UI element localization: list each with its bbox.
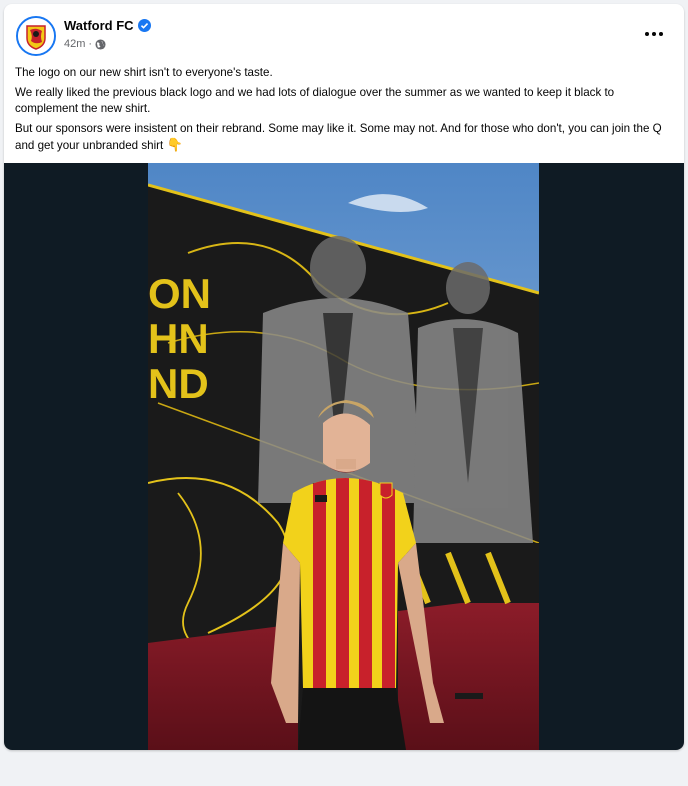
post-paragraph-text: But our sponsors were insistent on their… [15, 122, 662, 152]
globe-icon [95, 38, 106, 50]
post-paragraph: The logo on our new shirt isn't to every… [15, 66, 273, 79]
post-paragraph: We really liked the previous black logo … [15, 86, 615, 115]
mural-text-2: HN [148, 315, 209, 362]
mural-text-1: ON [148, 270, 211, 317]
post-timestamp[interactable]: 42m [64, 38, 85, 50]
player-photo-image: ON HN ND [148, 163, 539, 750]
post-card: Watford FC 42m · The logo on our new shi… [4, 4, 684, 750]
more-options-icon [659, 32, 663, 36]
mural-text-3: ND [148, 360, 209, 407]
pointing-down-emoji: 👇 [166, 137, 183, 152]
author-row: Watford FC [64, 18, 151, 33]
page-avatar[interactable] [16, 16, 56, 56]
meta-separator: · [88, 38, 93, 50]
post-header: Watford FC 42m · [16, 16, 672, 56]
watford-crest-icon [18, 18, 54, 54]
post-body: The logo on our new shirt isn't to every… [15, 65, 675, 158]
post-meta: 42m · [64, 38, 106, 50]
more-options-button[interactable] [642, 22, 666, 46]
page-name-link[interactable]: Watford FC [64, 18, 134, 33]
post-photo[interactable]: ON HN ND [148, 163, 539, 750]
post-paragraph: But our sponsors were insistent on their… [15, 121, 675, 154]
more-options-icon [645, 32, 649, 36]
verified-badge-icon [137, 19, 151, 32]
more-options-icon [652, 32, 656, 36]
post-media[interactable]: ON HN ND [4, 163, 684, 750]
